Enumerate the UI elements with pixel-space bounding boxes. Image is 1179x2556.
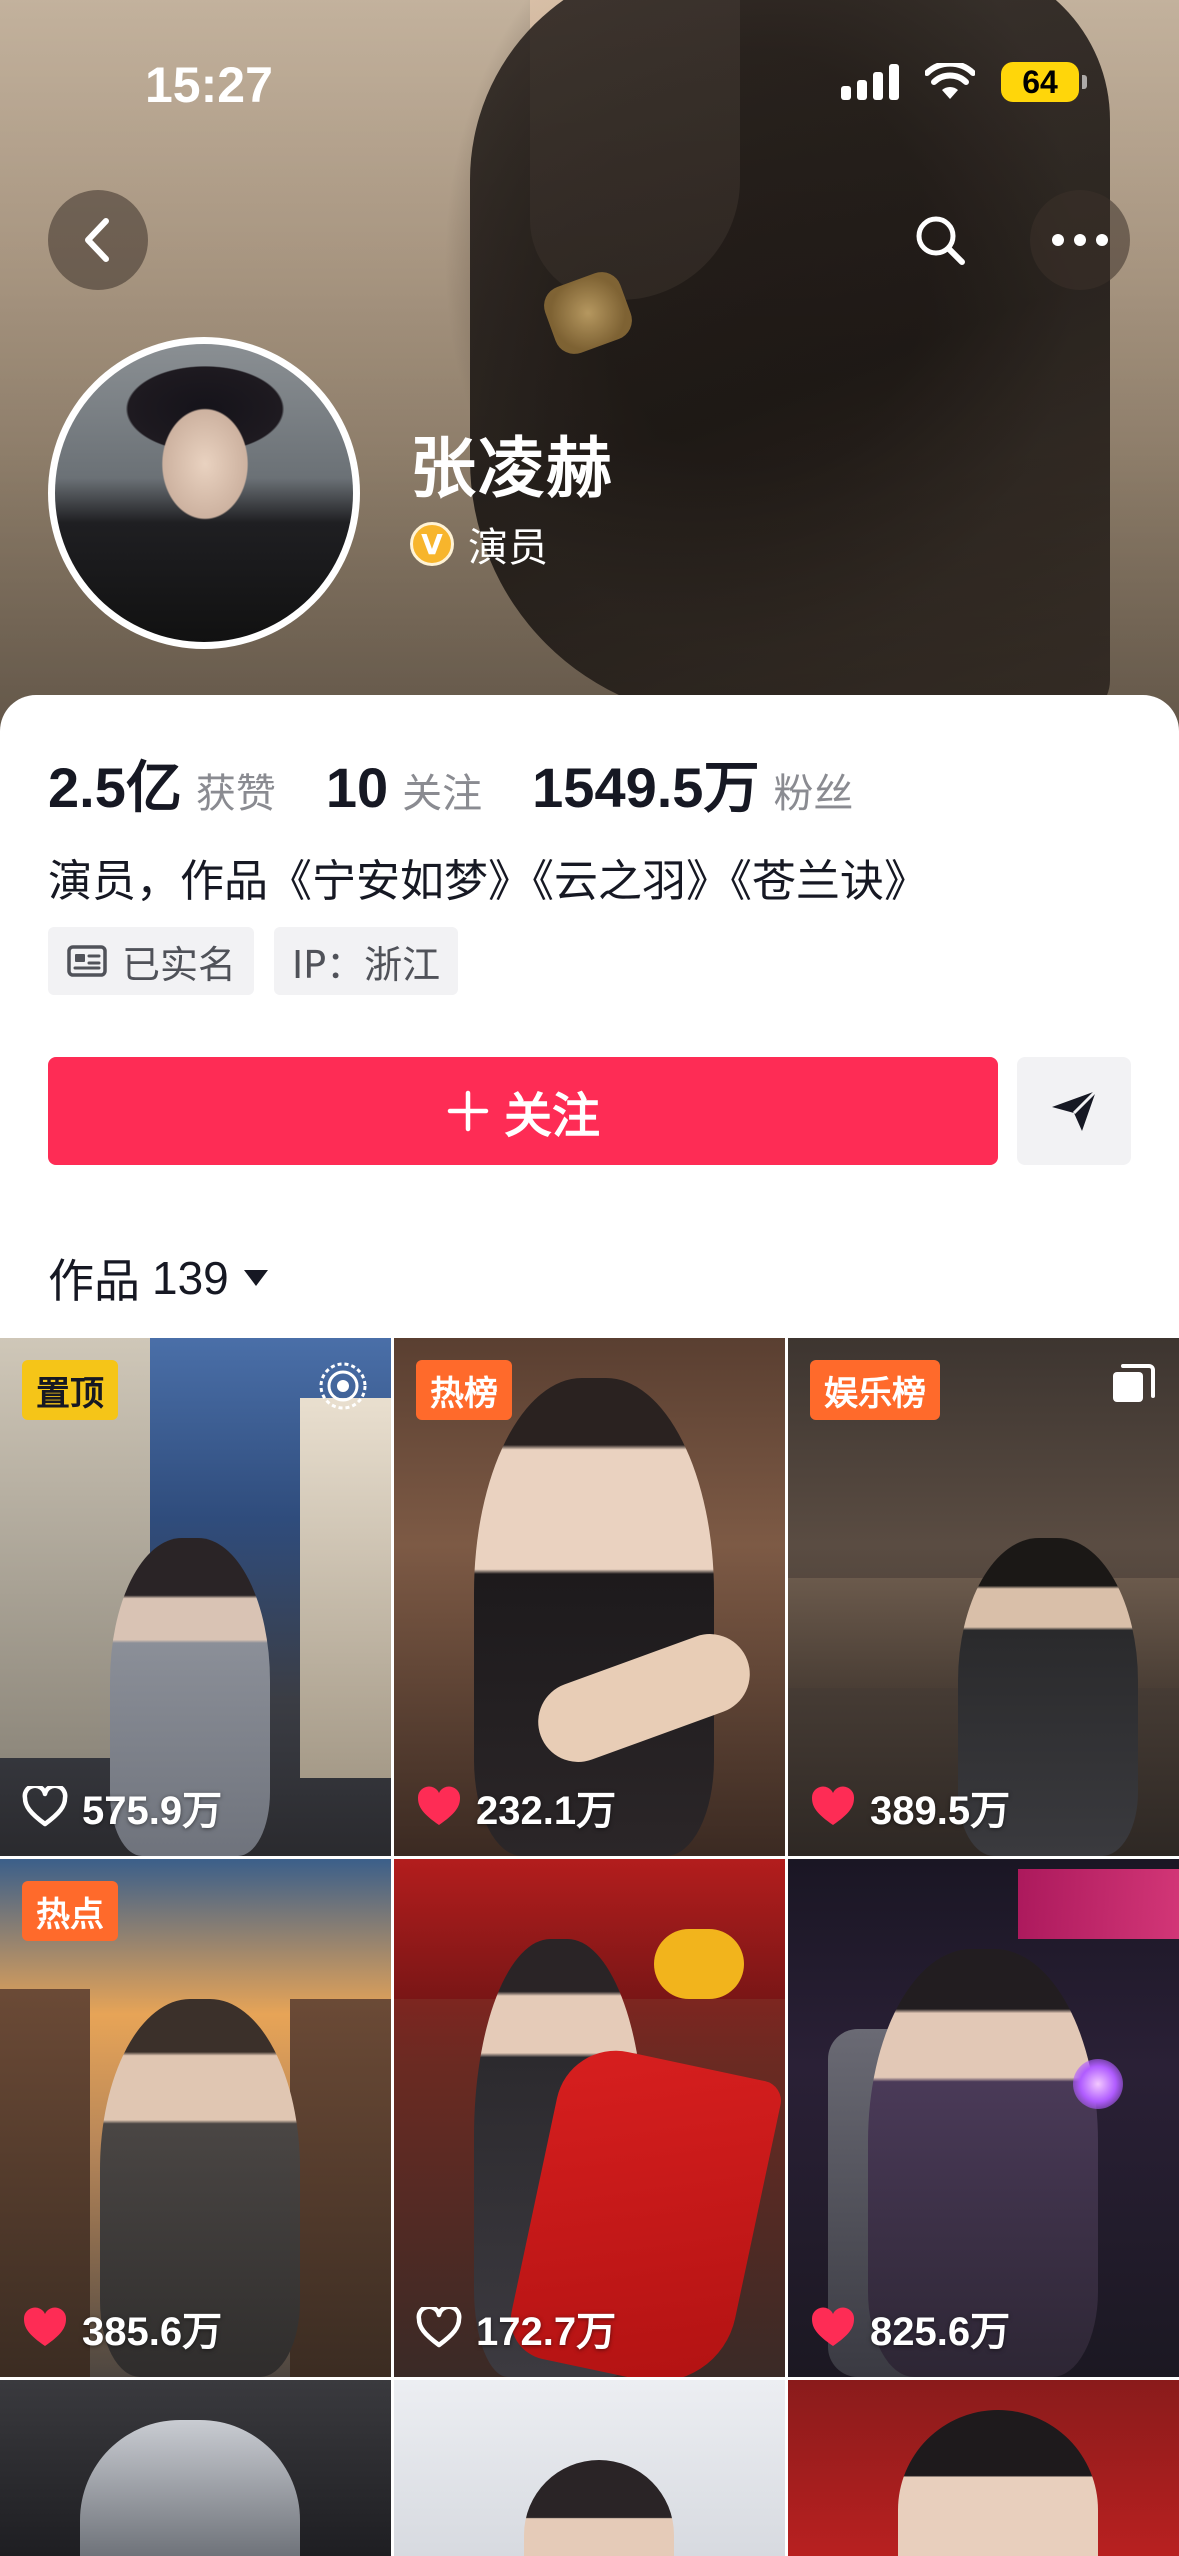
verified-icon: V xyxy=(410,522,454,566)
stat-likes-unit: 亿 xyxy=(125,756,182,821)
live-icon xyxy=(319,1362,367,1410)
glowing-orb xyxy=(1073,2059,1123,2109)
caret-down-icon xyxy=(243,1270,268,1286)
ip-location-tag: IP：浙江 xyxy=(274,927,459,995)
heart-outline-icon xyxy=(22,1786,68,1827)
likes-unit: 万 xyxy=(576,2309,617,2355)
video-likes: 172.7万 xyxy=(416,2299,616,2357)
video-badge: 热榜 xyxy=(416,1360,512,1420)
likes-value: 232.1 xyxy=(476,1789,577,1833)
plus-icon xyxy=(447,1090,489,1132)
status-time: 15:27 xyxy=(145,57,273,113)
heart-filled-icon xyxy=(811,2307,855,2346)
heart-filled-icon xyxy=(23,2307,67,2346)
back-button[interactable] xyxy=(48,190,148,290)
works-label: 作品 xyxy=(48,1254,140,1308)
status-icons: 64 xyxy=(841,62,1087,102)
ip-location-label: IP：浙江 xyxy=(292,942,441,987)
likes-unit: 万 xyxy=(970,1788,1011,1834)
profile-card: 2.5亿 获赞 10 关注 1549.5万 粉丝 演员，作品《宁安如梦》《云之羽… xyxy=(0,695,1179,1335)
follow-label: 关注 xyxy=(503,1088,600,1144)
video-badge: 娱乐榜 xyxy=(810,1360,940,1420)
stat-followers[interactable]: 1549.5万 粉丝 xyxy=(532,743,853,824)
stat-likes-value: 2.5 xyxy=(48,756,126,819)
real-name-tag: 已实名 xyxy=(48,927,255,995)
likes-value: 825.6 xyxy=(870,2310,971,2354)
avatar[interactable] xyxy=(48,337,360,649)
send-icon xyxy=(1052,1089,1098,1131)
follow-button[interactable]: 关注 xyxy=(48,1057,998,1165)
video-tile[interactable] xyxy=(0,2380,391,2556)
heart-outline-icon xyxy=(416,2307,462,2348)
profile-bio: 演员，作品《宁安如梦》《云之羽》《苍兰诀》 xyxy=(48,856,928,907)
stat-likes-label: 获赞 xyxy=(195,771,276,817)
search-button[interactable] xyxy=(890,190,990,290)
works-count: 139 xyxy=(152,1252,229,1304)
video-tile[interactable]: 172.7万 xyxy=(394,1859,785,2377)
likes-value: 172.7 xyxy=(476,2310,577,2354)
stat-followers-unit: 万 xyxy=(703,756,760,821)
signal-icon xyxy=(841,64,899,100)
verified-title: 演员 xyxy=(468,525,548,571)
video-tile[interactable]: 热榜 232.1万 xyxy=(394,1338,785,1856)
more-icon xyxy=(1052,234,1108,246)
video-badge: 置顶 xyxy=(22,1360,118,1420)
stat-followers-label: 粉丝 xyxy=(773,771,854,817)
video-likes: 389.5万 xyxy=(810,1778,1010,1836)
likes-unit: 万 xyxy=(970,2309,1011,2355)
stat-followers-value: 1549.5 xyxy=(532,756,704,819)
video-tile[interactable]: 825.6万 xyxy=(788,1859,1179,2377)
verification: V 演员 xyxy=(410,515,548,573)
gallery-icon xyxy=(1113,1364,1155,1402)
chevron-left-icon xyxy=(85,218,109,262)
likes-unit: 万 xyxy=(182,2309,223,2355)
stat-likes[interactable]: 2.5亿 获赞 xyxy=(48,743,276,824)
video-tile[interactable]: 置顶 575.9万 xyxy=(0,1338,391,1856)
likes-value: 575.9 xyxy=(82,1789,183,1833)
likes-value: 389.5 xyxy=(870,1789,971,1833)
video-tile[interactable]: 娱乐榜 389.5万 xyxy=(788,1338,1179,1856)
video-tile[interactable] xyxy=(394,2380,785,2556)
likes-value: 385.6 xyxy=(82,2310,183,2354)
search-icon xyxy=(916,216,965,265)
real-name-label: 已实名 xyxy=(122,942,237,987)
profile-name: 张凌赫 xyxy=(410,430,614,507)
id-card-icon xyxy=(67,945,107,977)
likes-unit: 万 xyxy=(576,1788,617,1834)
battery-indicator: 64 xyxy=(1001,62,1087,102)
video-tile[interactable] xyxy=(788,2380,1179,2556)
video-likes: 385.6万 xyxy=(22,2299,222,2357)
wifi-icon xyxy=(925,63,975,99)
profile-stats: 2.5亿 获赞 10 关注 1549.5万 粉丝 xyxy=(48,743,903,824)
avatar-image xyxy=(55,344,353,642)
message-button[interactable] xyxy=(1017,1057,1131,1165)
stat-following-value: 10 xyxy=(325,756,389,819)
heart-filled-icon xyxy=(417,1786,461,1825)
stat-following-label: 关注 xyxy=(402,771,483,817)
profile-tags: 已实名 IP：浙江 xyxy=(48,927,459,995)
video-likes: 825.6万 xyxy=(810,2299,1010,2357)
video-badge: 热点 xyxy=(22,1881,118,1941)
works-tab[interactable]: 作品 139 xyxy=(48,1245,271,1311)
video-tile[interactable]: 热点 385.6万 xyxy=(0,1859,391,2377)
more-button[interactable] xyxy=(1030,190,1130,290)
heart-filled-icon xyxy=(811,1786,855,1825)
gold-ornament xyxy=(654,1929,744,1999)
stat-following[interactable]: 10 关注 xyxy=(326,755,482,820)
likes-unit: 万 xyxy=(182,1788,223,1834)
video-likes: 232.1万 xyxy=(416,1778,616,1836)
video-likes: 575.9万 xyxy=(22,1778,222,1836)
